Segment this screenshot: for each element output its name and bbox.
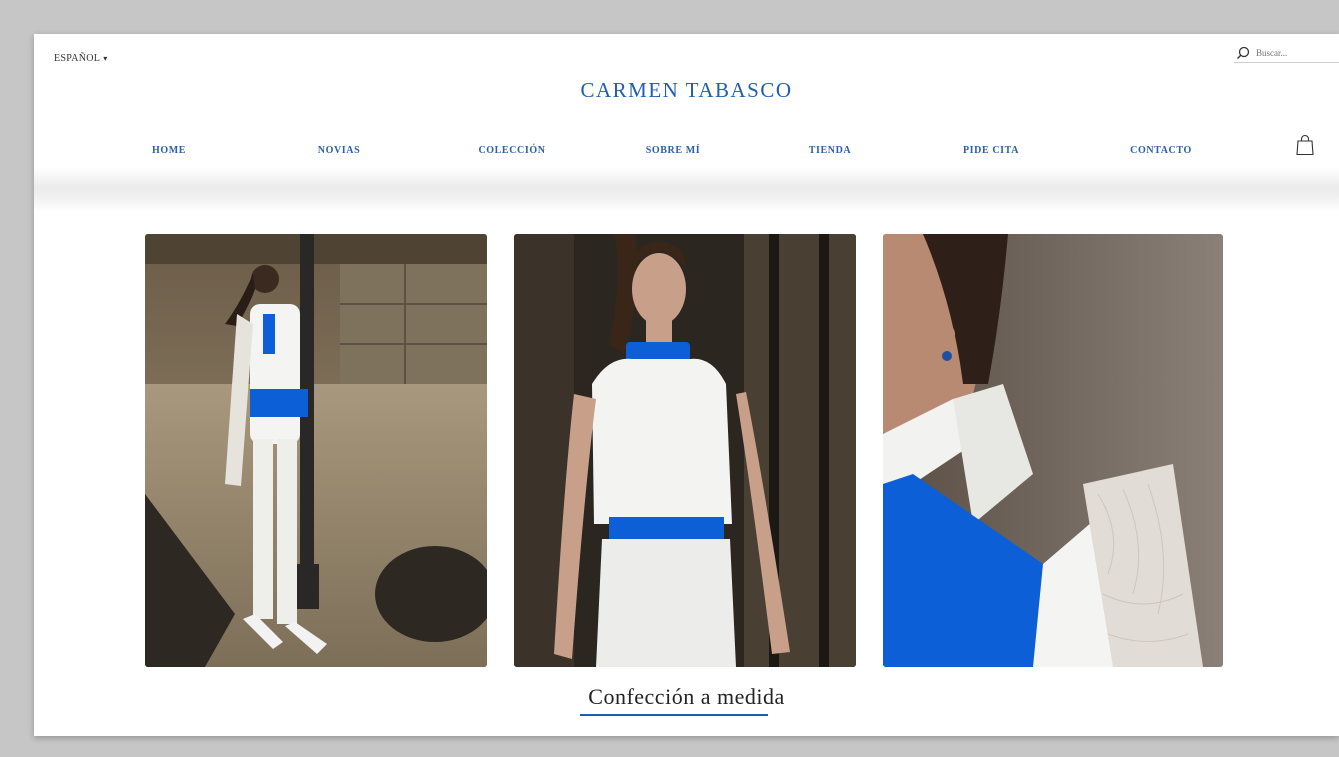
gallery-caption: Confección a medida [588,684,785,709]
nav-item-sobre-mi[interactable]: SOBRE MÍ [646,145,701,156]
nav-item-tienda[interactable]: TIENDA [809,145,852,156]
site-logo[interactable]: CARMEN TABASCO [34,78,1339,103]
language-label: ESPAÑOL [54,53,101,64]
language-selector[interactable]: ESPAÑOL ▾ [54,53,108,64]
nav-item-novias[interactable]: NOVIAS [318,145,361,156]
nav-item-contacto[interactable]: CONTACTO [1130,145,1192,156]
nav-item-pide-cita[interactable]: PIDE CITA [963,145,1019,156]
nav-item-home[interactable]: HOME [152,145,186,156]
main-nav: HOME NOVIAS COLECCIÓN SOBRE MÍ TIENDA PI… [34,145,1339,159]
gallery-image-2[interactable] [514,234,856,667]
search-icon[interactable] [1236,46,1250,60]
search-box[interactable] [1234,44,1339,63]
search-input[interactable] [1256,48,1331,58]
nav-item-coleccion[interactable]: COLECCIÓN [478,145,545,156]
header-divider-band [34,167,1339,212]
page-frame: ESPAÑOL ▾ CARMEN TABASCO HOME NOVIAS COL… [34,34,1339,736]
gallery-image-3[interactable] [883,234,1223,667]
caption-underline [580,714,768,716]
chevron-down-icon: ▾ [103,54,108,63]
shopping-bag-icon[interactable] [1296,134,1314,161]
gallery-image-1[interactable] [145,234,487,667]
